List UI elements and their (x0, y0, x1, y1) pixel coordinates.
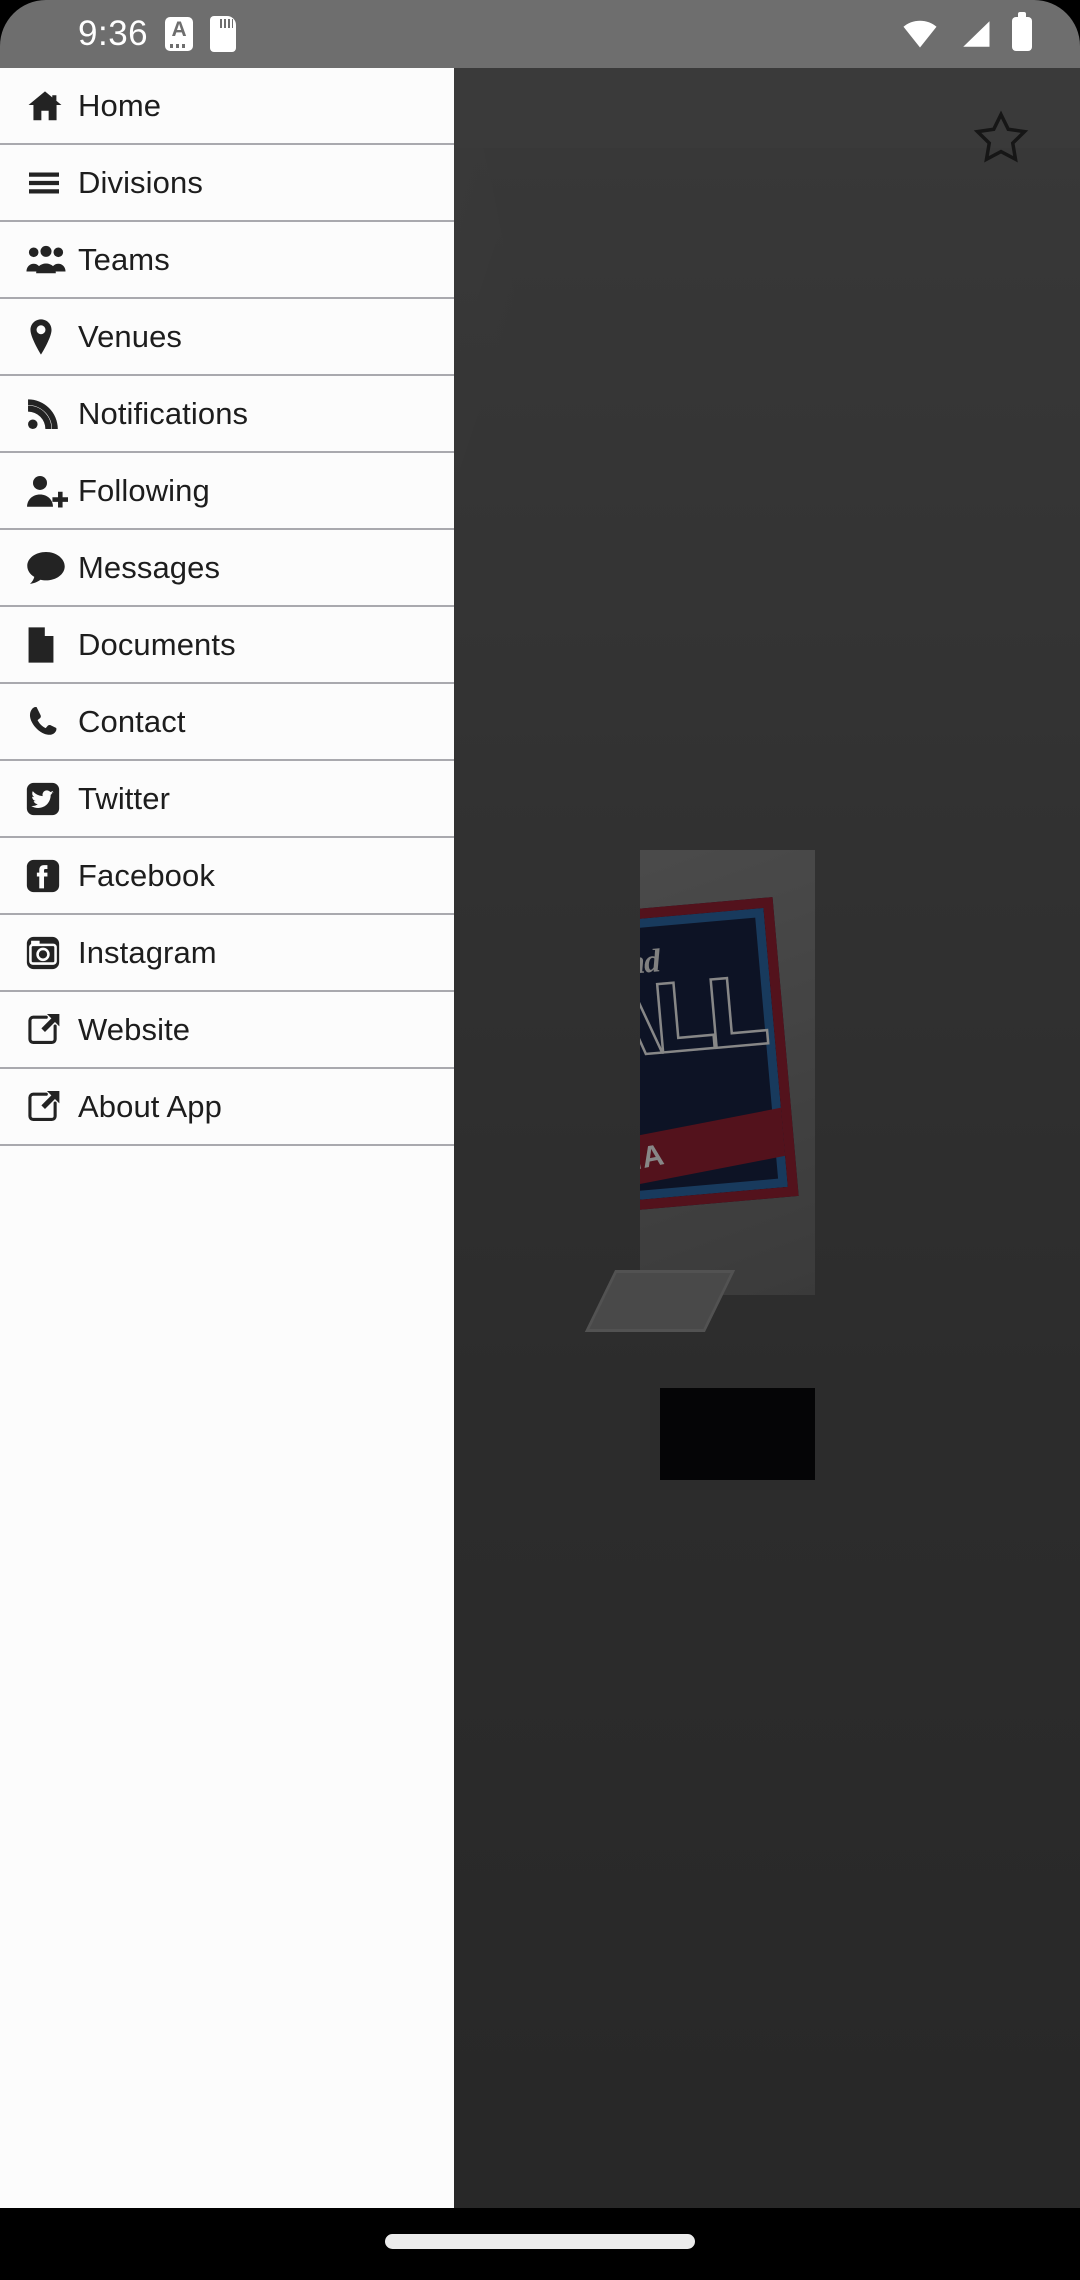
drawer-item-label: Contact (78, 703, 186, 739)
battery-icon (1012, 12, 1032, 51)
drawer-item-instagram[interactable]: Instagram (0, 915, 454, 992)
status-bar-right (900, 0, 1032, 68)
system-navigation-bar (0, 2208, 1080, 2280)
drawer-item-label: Website (78, 1011, 191, 1047)
gesture-pill[interactable] (385, 2234, 695, 2249)
instagram-icon (26, 936, 78, 970)
drawer-item-notifications[interactable]: Notifications (0, 376, 454, 453)
drawer-item-label: Notifications (78, 395, 249, 431)
rss-feed-icon (26, 396, 78, 432)
user-plus-icon (26, 473, 78, 509)
map-pin-icon (26, 318, 78, 356)
phone-icon (26, 704, 78, 740)
alarm-badge-letter: A (171, 18, 187, 41)
wifi-icon (903, 20, 937, 48)
status-clock: 9:36 (78, 14, 149, 53)
twitter-icon (26, 782, 78, 816)
drawer-item-home[interactable]: Home (0, 68, 454, 145)
alarm-badge-icon: A (165, 17, 194, 51)
drawer-item-label: Home (78, 87, 162, 123)
drawer-item-facebook[interactable]: Facebook (0, 838, 454, 915)
external-link-icon (26, 1012, 78, 1048)
phone-screen: ekend ALL ONA 9:36 A Home Divisions Team… (0, 0, 1080, 2280)
drawer-item-label: Facebook (78, 857, 215, 893)
drawer-item-label: Venues (78, 318, 183, 354)
facebook-icon (26, 859, 78, 893)
drawer-item-label: Teams (78, 241, 170, 277)
drawer-item-twitter[interactable]: Twitter (0, 761, 454, 838)
home-icon (26, 87, 78, 125)
external-link-icon (26, 1089, 78, 1125)
drawer-item-label: About App (78, 1088, 222, 1124)
drawer-item-label: Documents (78, 626, 236, 662)
drawer-item-contact[interactable]: Contact (0, 684, 454, 761)
document-icon (26, 626, 78, 664)
drawer-item-documents[interactable]: Documents (0, 607, 454, 684)
drawer-item-label: Following (78, 472, 210, 508)
status-bar: 9:36 A (0, 0, 1080, 68)
drawer-item-venues[interactable]: Venues (0, 299, 454, 376)
list-icon (26, 165, 78, 201)
drawer-item-teams[interactable]: Teams (0, 222, 454, 299)
users-icon (26, 241, 78, 279)
status-bar-left: 9:36 A (78, 0, 237, 68)
drawer-item-divisions[interactable]: Divisions (0, 145, 454, 222)
drawer-item-label: Divisions (78, 164, 203, 200)
cellular-signal-icon (963, 21, 990, 47)
drawer-item-label: Messages (78, 549, 221, 585)
navigation-drawer[interactable]: Home Divisions Teams Venues Notification (0, 68, 454, 2208)
drawer-item-label: Instagram (78, 934, 217, 970)
drawer-item-website[interactable]: Website (0, 992, 454, 1069)
sd-card-icon (210, 16, 237, 52)
sd-card-contacts (220, 19, 234, 28)
drawer-item-following[interactable]: Following (0, 453, 454, 530)
chat-bubble-icon (26, 550, 78, 586)
drawer-item-messages[interactable]: Messages (0, 530, 454, 607)
drawer-item-label: Twitter (78, 780, 170, 816)
drawer-item-about-app[interactable]: About App (0, 1069, 454, 1146)
alarm-badge-lines (170, 44, 189, 48)
